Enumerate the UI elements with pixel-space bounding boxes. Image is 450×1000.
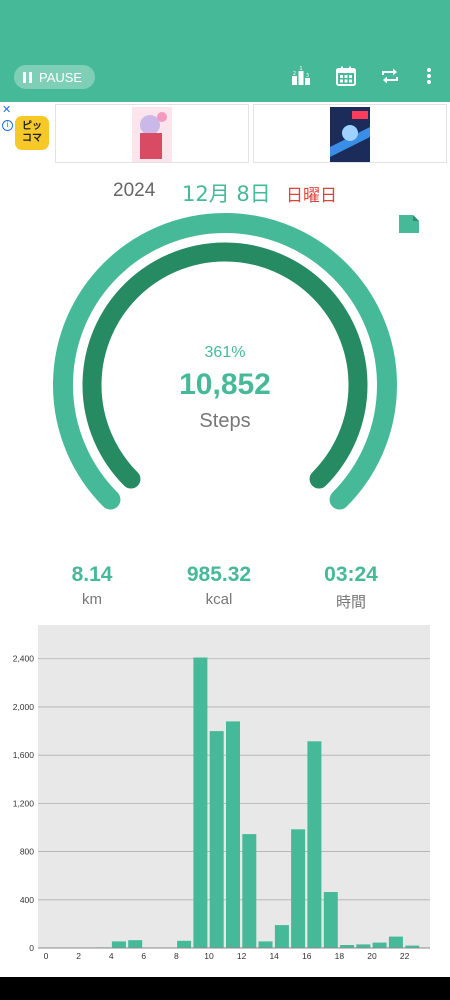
x-tick-label: 18	[335, 951, 345, 961]
pause-button[interactable]: PAUSE	[14, 65, 95, 89]
chart-bar[interactable]	[307, 741, 322, 948]
stat-calories-unit: kcal	[205, 591, 233, 608]
ad-card-1[interactable]	[55, 104, 249, 163]
svg-text:2: 2	[293, 71, 296, 77]
stat-distance-value: 8.14	[71, 563, 113, 586]
chart-bar[interactable]	[372, 942, 387, 948]
x-tick-label: 4	[109, 951, 114, 961]
chart-bar[interactable]	[177, 940, 192, 948]
date-weekday: 日曜日	[286, 186, 337, 206]
more-vert-icon[interactable]	[419, 65, 439, 87]
chart-bar[interactable]	[356, 944, 371, 948]
chart-bar[interactable]	[226, 721, 240, 948]
x-tick-label: 2	[76, 951, 81, 961]
stat-time-unit: 時間	[335, 594, 366, 611]
svg-text:1: 1	[299, 66, 302, 72]
ad-card-2[interactable]	[253, 104, 447, 163]
chart-bar[interactable]	[274, 925, 289, 948]
x-tick-label: 6	[141, 951, 146, 961]
step-gauge	[53, 213, 397, 510]
chart-bar[interactable]	[128, 940, 143, 948]
hourly-steps-chart[interactable]: 0 400 800 1,200 1,600 2,000 2,400 0 2 4 6 8 10 12 14 16…	[0, 620, 450, 965]
chart-bar[interactable]	[242, 834, 257, 948]
pause-label: PAUSE	[39, 69, 83, 85]
x-tick-label: 10	[204, 951, 214, 961]
y-tick-label: 0	[29, 943, 34, 953]
date-year: 2024	[113, 180, 156, 201]
x-tick-label: 12	[237, 951, 247, 961]
x-tick-label: 22	[400, 951, 410, 961]
chart-bar[interactable]	[209, 731, 224, 948]
ad-image-1	[132, 107, 172, 162]
x-tick-label: 14	[269, 951, 279, 961]
calendar-icon[interactable]	[335, 65, 357, 87]
x-tick-label: 16	[302, 951, 312, 961]
system-nav-bar	[0, 977, 450, 1000]
y-tick-label: 400	[20, 895, 34, 905]
y-tick-label: 2,400	[13, 654, 35, 664]
pause-icon	[23, 71, 32, 83]
stat-time: 03:24 時間	[291, 562, 411, 612]
x-tick-label: 8	[174, 951, 179, 961]
date-month-day: 12月 8日	[182, 182, 271, 206]
chart-bar[interactable]	[323, 892, 338, 948]
chart-bar[interactable]	[388, 936, 403, 948]
ad-logo-text-bottom: コマ	[22, 133, 42, 144]
y-tick-label: 1,600	[13, 750, 35, 760]
goal-percent: 361%	[204, 344, 246, 361]
y-tick-label: 1,200	[13, 798, 35, 808]
x-tick-label: 20	[367, 951, 377, 961]
step-count: 10,852	[179, 368, 271, 401]
svg-text:3: 3	[306, 73, 309, 79]
step-unit: Steps	[199, 410, 251, 432]
stat-calories: 985.32 kcal	[159, 562, 279, 608]
date-header[interactable]: 2024 12月 8日 日曜日	[0, 178, 450, 208]
chart-bar[interactable]	[258, 941, 273, 948]
x-tick-label: 0	[44, 951, 49, 961]
chart-bar[interactable]	[193, 657, 208, 949]
ad-close-icon[interactable]: ✕	[2, 103, 11, 116]
stat-time-value: 03:24	[324, 563, 378, 586]
ad-info-icon[interactable]: i	[2, 120, 13, 131]
gauge-progress-arc	[82, 242, 368, 489]
repeat-icon[interactable]	[379, 65, 401, 87]
stat-distance: 8.14 km	[32, 562, 152, 608]
ad-logo-text-top: ピッ	[22, 121, 42, 132]
ranking-icon[interactable]: 1 2 3	[290, 65, 312, 87]
y-tick-label: 800	[20, 847, 34, 857]
ad-logo[interactable]: ピッ コマ	[15, 116, 49, 150]
chart-bar[interactable]	[291, 829, 306, 948]
stat-calories-value: 985.32	[186, 563, 252, 586]
ad-image-2	[330, 107, 370, 162]
chart-bar[interactable]	[111, 941, 126, 948]
y-tick-label: 2,000	[13, 702, 35, 712]
stat-distance-unit: km	[82, 591, 102, 608]
